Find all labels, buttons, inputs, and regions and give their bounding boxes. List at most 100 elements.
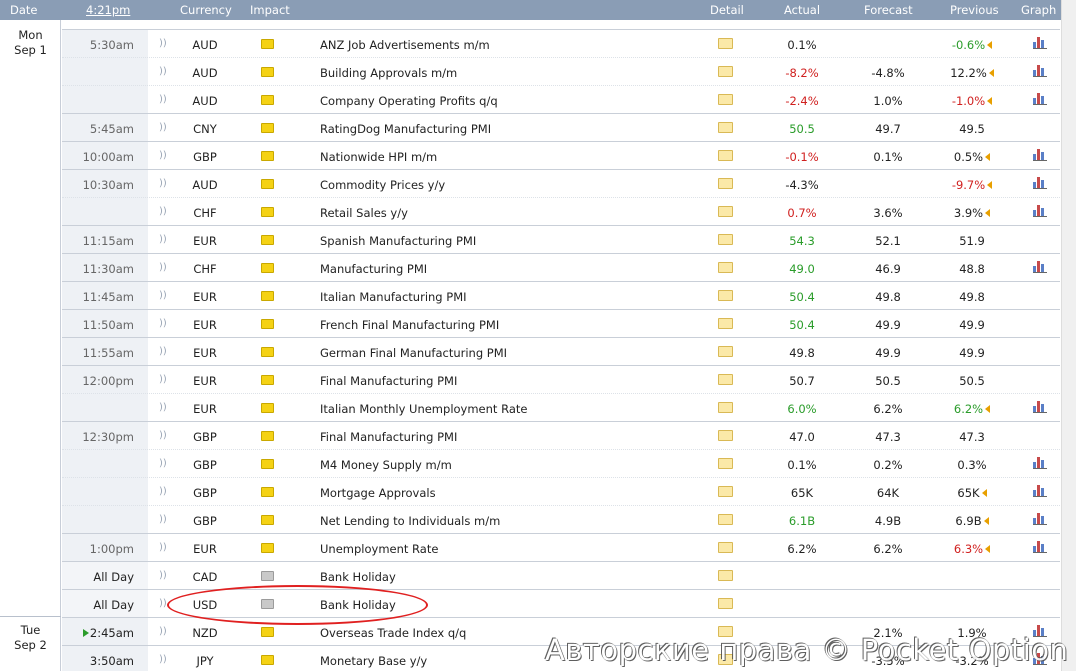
sound-alert-icon[interactable]: )): [159, 374, 167, 385]
sound-alert-icon[interactable]: )): [159, 570, 167, 581]
event-row[interactable]: )) GBP M4 Money Supply m/m 0.1% 0.2% 0.3%: [62, 449, 1060, 478]
sound-alert-icon[interactable]: )): [159, 598, 167, 609]
low-impact-icon[interactable]: [261, 235, 274, 245]
event-title[interactable]: Spanish Manufacturing PMI: [320, 234, 476, 248]
event-title[interactable]: Nationwide HPI m/m: [320, 150, 437, 164]
sound-alert-icon[interactable]: )): [159, 234, 167, 245]
sound-alert-icon[interactable]: )): [159, 38, 167, 49]
sound-alert-icon[interactable]: )): [159, 626, 167, 637]
graph-icon[interactable]: [1033, 92, 1047, 105]
detail-folder-icon[interactable]: [718, 570, 733, 581]
sound-alert-icon[interactable]: )): [159, 346, 167, 357]
event-row[interactable]: 11:55am)) EUR German Final Manufacturing P…: [62, 337, 1060, 366]
event-title[interactable]: Monetary Base y/y: [320, 654, 427, 668]
detail-folder-icon[interactable]: [718, 150, 733, 161]
low-impact-icon[interactable]: [261, 39, 274, 49]
event-row[interactable]: 11:50am)) EUR French Final Manufacturing P…: [62, 309, 1060, 338]
event-title[interactable]: Building Approvals m/m: [320, 66, 457, 80]
low-impact-icon[interactable]: [261, 95, 274, 105]
sound-alert-icon[interactable]: )): [159, 262, 167, 273]
event-row[interactable]: 5:30am)) AUD ANZ Job Advertisements m/m 0.1…: [62, 29, 1060, 58]
graph-icon[interactable]: [1033, 148, 1047, 161]
sound-alert-icon[interactable]: )): [159, 402, 167, 413]
detail-folder-icon[interactable]: [718, 94, 733, 105]
event-row[interactable]: 12:00pm)) EUR Final Manufacturing PMI 50.7 5…: [62, 365, 1060, 394]
low-impact-icon[interactable]: [261, 543, 274, 553]
low-impact-icon[interactable]: [261, 431, 274, 441]
low-impact-icon[interactable]: [261, 123, 274, 133]
sound-alert-icon[interactable]: )): [159, 458, 167, 469]
detail-folder-icon[interactable]: [718, 430, 733, 441]
event-title[interactable]: RatingDog Manufacturing PMI: [320, 122, 491, 136]
event-row[interactable]: 12:30pm)) GBP Final Manufacturing PMI 47.0 4…: [62, 421, 1060, 450]
event-title[interactable]: Bank Holiday: [320, 570, 396, 584]
event-row[interactable]: 10:00am)) GBP Nationwide HPI m/m -0.1% 0.1% 0…: [62, 141, 1060, 170]
event-title[interactable]: Manufacturing PMI: [320, 262, 427, 276]
revised-indicator-icon[interactable]: [988, 69, 994, 77]
graph-icon[interactable]: [1033, 400, 1047, 413]
event-title[interactable]: Italian Monthly Unemployment Rate: [320, 402, 527, 416]
detail-folder-icon[interactable]: [718, 486, 733, 497]
detail-folder-icon[interactable]: [718, 374, 733, 385]
graph-icon[interactable]: [1033, 64, 1047, 77]
event-row[interactable]: 10:30am)) AUD Commodity Prices y/y -4.3% -9.…: [62, 169, 1060, 198]
graph-icon[interactable]: [1033, 512, 1047, 525]
event-title[interactable]: Unemployment Rate: [320, 542, 438, 556]
detail-folder-icon[interactable]: [718, 122, 733, 133]
scrollbar[interactable]: [1061, 0, 1076, 671]
graph-icon[interactable]: [1033, 540, 1047, 553]
sound-alert-icon[interactable]: )): [159, 206, 167, 217]
low-impact-icon[interactable]: [261, 207, 274, 217]
graph-icon[interactable]: [1033, 204, 1047, 217]
event-row[interactable]: )) AUD Company Operating Profits q/q -2.4% 1…: [62, 85, 1060, 114]
detail-folder-icon[interactable]: [718, 262, 733, 273]
sound-alert-icon[interactable]: )): [159, 654, 167, 665]
low-impact-icon[interactable]: [261, 375, 274, 385]
event-row[interactable]: 5:45am)) CNY RatingDog Manufacturing PMI 50…: [62, 113, 1060, 142]
low-impact-icon[interactable]: [261, 655, 274, 665]
revised-indicator-icon[interactable]: [985, 153, 991, 161]
revised-indicator-icon[interactable]: [983, 517, 989, 525]
low-impact-icon[interactable]: [261, 403, 274, 413]
detail-folder-icon[interactable]: [718, 318, 733, 329]
sound-alert-icon[interactable]: )): [159, 542, 167, 553]
revised-indicator-icon[interactable]: [987, 97, 993, 105]
revised-indicator-icon[interactable]: [987, 181, 993, 189]
graph-icon[interactable]: [1033, 484, 1047, 497]
event-row[interactable]: )) GBP Net Lending to Individuals m/m 6.1B 4…: [62, 505, 1060, 534]
detail-folder-icon[interactable]: [718, 598, 733, 609]
event-title[interactable]: French Final Manufacturing PMI: [320, 318, 499, 332]
sound-alert-icon[interactable]: )): [159, 66, 167, 77]
low-impact-icon[interactable]: [261, 263, 274, 273]
event-row[interactable]: 11:15am)) EUR Spanish Manufacturing PMI 54.…: [62, 225, 1060, 254]
sound-alert-icon[interactable]: )): [159, 318, 167, 329]
revised-indicator-icon[interactable]: [985, 405, 991, 413]
event-row[interactable]: 11:30am)) CHF Manufacturing PMI 49.0 46.9 48.…: [62, 253, 1060, 282]
event-title[interactable]: Net Lending to Individuals m/m: [320, 514, 500, 528]
header-currency[interactable]: Currency: [180, 3, 232, 17]
low-impact-icon[interactable]: [261, 459, 274, 469]
sound-alert-icon[interactable]: )): [159, 514, 167, 525]
sound-alert-icon[interactable]: )): [159, 290, 167, 301]
revised-indicator-icon[interactable]: [985, 545, 991, 553]
sound-alert-icon[interactable]: )): [159, 122, 167, 133]
event-title[interactable]: Commodity Prices y/y: [320, 178, 445, 192]
low-impact-icon[interactable]: [261, 179, 274, 189]
header-impact[interactable]: Impact: [250, 3, 290, 17]
event-row[interactable]: )) GBP Mortgage Approvals 65K 64K 65K: [62, 477, 1060, 506]
graph-icon[interactable]: [1033, 176, 1047, 189]
graph-icon[interactable]: [1033, 456, 1047, 469]
event-row[interactable]: )) EUR Italian Monthly Unemployment Rate 6.…: [62, 393, 1060, 422]
detail-folder-icon[interactable]: [718, 38, 733, 49]
event-title[interactable]: Final Manufacturing PMI: [320, 430, 457, 444]
detail-folder-icon[interactable]: [718, 290, 733, 301]
sound-alert-icon[interactable]: )): [159, 178, 167, 189]
low-impact-icon[interactable]: [261, 347, 274, 357]
sound-alert-icon[interactable]: )): [159, 150, 167, 161]
low-impact-icon[interactable]: [261, 67, 274, 77]
revised-indicator-icon[interactable]: [987, 41, 993, 49]
detail-folder-icon[interactable]: [718, 206, 733, 217]
event-title[interactable]: Retail Sales y/y: [320, 206, 408, 220]
detail-folder-icon[interactable]: [718, 346, 733, 357]
detail-folder-icon[interactable]: [718, 542, 733, 553]
